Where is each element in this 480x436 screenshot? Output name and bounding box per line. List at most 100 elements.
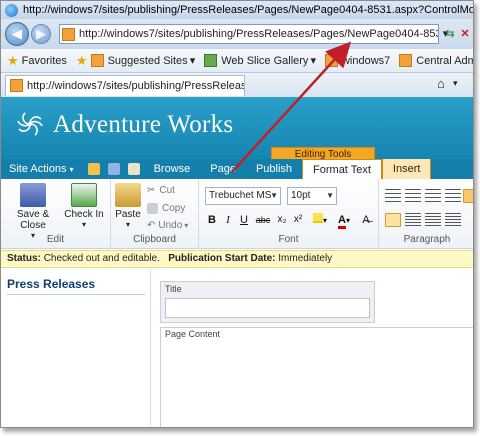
- favorites-bar: ★ Favorites ★ Suggested Sites ▾ Web Slic…: [1, 49, 473, 73]
- bold-button[interactable]: B: [205, 212, 219, 229]
- copy-button[interactable]: Copy: [147, 203, 185, 214]
- favorites-button[interactable]: ★ Favorites: [7, 53, 67, 69]
- font-group-label: Font: [278, 234, 299, 245]
- forward-arrow-icon: ▶: [36, 26, 46, 41]
- back-button[interactable]: ◀: [5, 22, 29, 46]
- tab-browse[interactable]: Browse: [144, 159, 201, 179]
- ribbon-tab-strip: Site Actions ▾ Browse Page Publish Forma…: [1, 159, 473, 179]
- font-size-value: 10pt: [291, 190, 311, 201]
- tab-page[interactable]: Page: [200, 159, 246, 179]
- tab-format-text[interactable]: Format Text: [302, 159, 382, 179]
- publication-date-value: Immediately: [278, 253, 333, 264]
- numbering-icon[interactable]: [405, 189, 421, 203]
- font-family-value: Trebuchet MS: [209, 190, 272, 201]
- font-color-button[interactable]: A▾: [333, 212, 355, 229]
- favorites-label: Favorites: [21, 54, 67, 67]
- chevron-down-icon: ▼: [326, 191, 334, 200]
- page-edit-area: Title Page Content: [152, 269, 473, 427]
- page-properties-icon[interactable]: [127, 163, 140, 175]
- highlight-color-button[interactable]: ▾: [309, 212, 331, 229]
- tab-insert[interactable]: Insert: [381, 159, 432, 179]
- chevron-down-icon: ▾: [81, 220, 86, 229]
- edit-group: Save & Close ▾ Check In ▾ Edit: [1, 179, 111, 249]
- clear-format-icon[interactable]: A̶: [357, 212, 375, 229]
- underline-button[interactable]: U: [237, 212, 251, 229]
- font-family-select[interactable]: Trebuchet MS ▼: [205, 187, 281, 205]
- undo-label: Undo: [158, 220, 183, 231]
- chevron-down-icon: ▾: [69, 165, 74, 174]
- align-center-icon[interactable]: [405, 213, 421, 227]
- superscript-button[interactable]: x²: [291, 212, 305, 229]
- forward-button[interactable]: ▶: [31, 24, 51, 44]
- address-bar[interactable]: http://windows7/sites/publishing/PressRe…: [59, 24, 439, 44]
- scissors-icon: ✂: [147, 185, 156, 196]
- suggested-sites-icon: [90, 54, 104, 67]
- font-size-select[interactable]: 10pt ▼: [287, 187, 337, 205]
- status-label: Status:: [7, 253, 41, 264]
- ltr-icon[interactable]: [463, 189, 473, 203]
- font-color-icon: A: [338, 214, 346, 229]
- star-icon: ★: [7, 52, 19, 68]
- site-header: Adventure Works: [1, 97, 473, 159]
- italic-button[interactable]: I: [221, 212, 235, 229]
- page-icon: [62, 27, 75, 41]
- address-text: http://windows7/sites/publishing/PressRe…: [79, 28, 438, 40]
- site-actions-menu[interactable]: Site Actions ▾: [1, 159, 84, 179]
- check-in-button[interactable]: Check In ▾: [63, 183, 105, 229]
- page-icon: [324, 54, 338, 67]
- save-close-label: Save & Close: [16, 209, 50, 231]
- chevron-down-icon: ▾: [322, 216, 327, 225]
- save-close-button[interactable]: Save & Close ▾: [9, 183, 57, 240]
- indent-icon[interactable]: [445, 189, 461, 203]
- address-toolbar: ◀ ▶ http://windows7/sites/publishing/Pre…: [1, 19, 473, 49]
- chevron-down-icon[interactable]: ▾: [453, 78, 458, 89]
- chevron-down-icon: ▾: [125, 220, 130, 229]
- clipboard-group: Paste ▾ ✂ Cut Copy ↶ Undo ▾ Clipboard: [111, 179, 199, 249]
- favorite-label: Suggested Sites: [107, 54, 188, 67]
- refresh-button[interactable]: ⇆: [443, 24, 457, 44]
- check-in-icon: [71, 183, 97, 207]
- page-content-label: Page Content: [165, 329, 221, 339]
- title-input[interactable]: [165, 298, 370, 318]
- check-in-label: Check In: [64, 209, 104, 220]
- bullets-icon[interactable]: [385, 189, 401, 203]
- edit-group-label: Edit: [46, 234, 65, 245]
- site-actions-label: Site Actions: [9, 163, 67, 175]
- web-slice-icon: [204, 54, 218, 67]
- paste-button[interactable]: Paste ▾: [113, 183, 143, 229]
- justify-icon[interactable]: [445, 213, 461, 227]
- subscript-button[interactable]: x₂: [275, 212, 289, 229]
- favorite-central-administration[interactable]: Central Administration: [399, 54, 473, 67]
- save-icon: [20, 183, 46, 207]
- page-icon: [10, 79, 23, 92]
- favorite-windows7[interactable]: windows7: [324, 54, 391, 67]
- highlighter-icon: [312, 213, 323, 223]
- undo-button[interactable]: ↶ Undo ▾: [147, 220, 188, 231]
- title-field-container: Title: [160, 281, 375, 323]
- adventure-works-logo-icon: [17, 112, 43, 136]
- favorite-label: windows7: [341, 54, 391, 67]
- nav-heading-press-releases[interactable]: Press Releases: [7, 277, 145, 295]
- outdent-icon[interactable]: [425, 189, 441, 203]
- title-label: Title: [165, 284, 182, 294]
- page-icon: [399, 54, 413, 67]
- align-left-icon[interactable]: [385, 213, 401, 227]
- strikethrough-button[interactable]: abc: [253, 212, 273, 229]
- browser-window: http://windows7/sites/publishing/PressRe…: [0, 0, 474, 428]
- refresh-icon: ⇆: [445, 28, 455, 40]
- edit-page-icon[interactable]: [107, 163, 120, 175]
- stop-button[interactable]: ✕: [457, 24, 473, 44]
- favorite-suggested-sites[interactable]: ★ Suggested Sites ▾: [76, 53, 195, 69]
- align-right-icon[interactable]: [425, 213, 441, 227]
- navigate-up-icon[interactable]: [87, 163, 100, 175]
- browser-tab[interactable]: http://windows7/sites/publishing/PressRe…: [5, 74, 245, 96]
- page-content-field[interactable]: Page Content: [160, 327, 473, 427]
- paragraph-group-label: Paragraph: [403, 234, 451, 245]
- tab-publish[interactable]: Publish: [246, 159, 302, 179]
- home-icon[interactable]: ⌂: [437, 76, 445, 91]
- undo-icon: ↶: [147, 220, 156, 231]
- close-icon: ✕: [460, 28, 470, 40]
- cut-button[interactable]: ✂ Cut: [147, 185, 175, 196]
- favorite-web-slice-gallery[interactable]: Web Slice Gallery ▾: [204, 54, 316, 67]
- paste-label: Paste: [115, 209, 141, 220]
